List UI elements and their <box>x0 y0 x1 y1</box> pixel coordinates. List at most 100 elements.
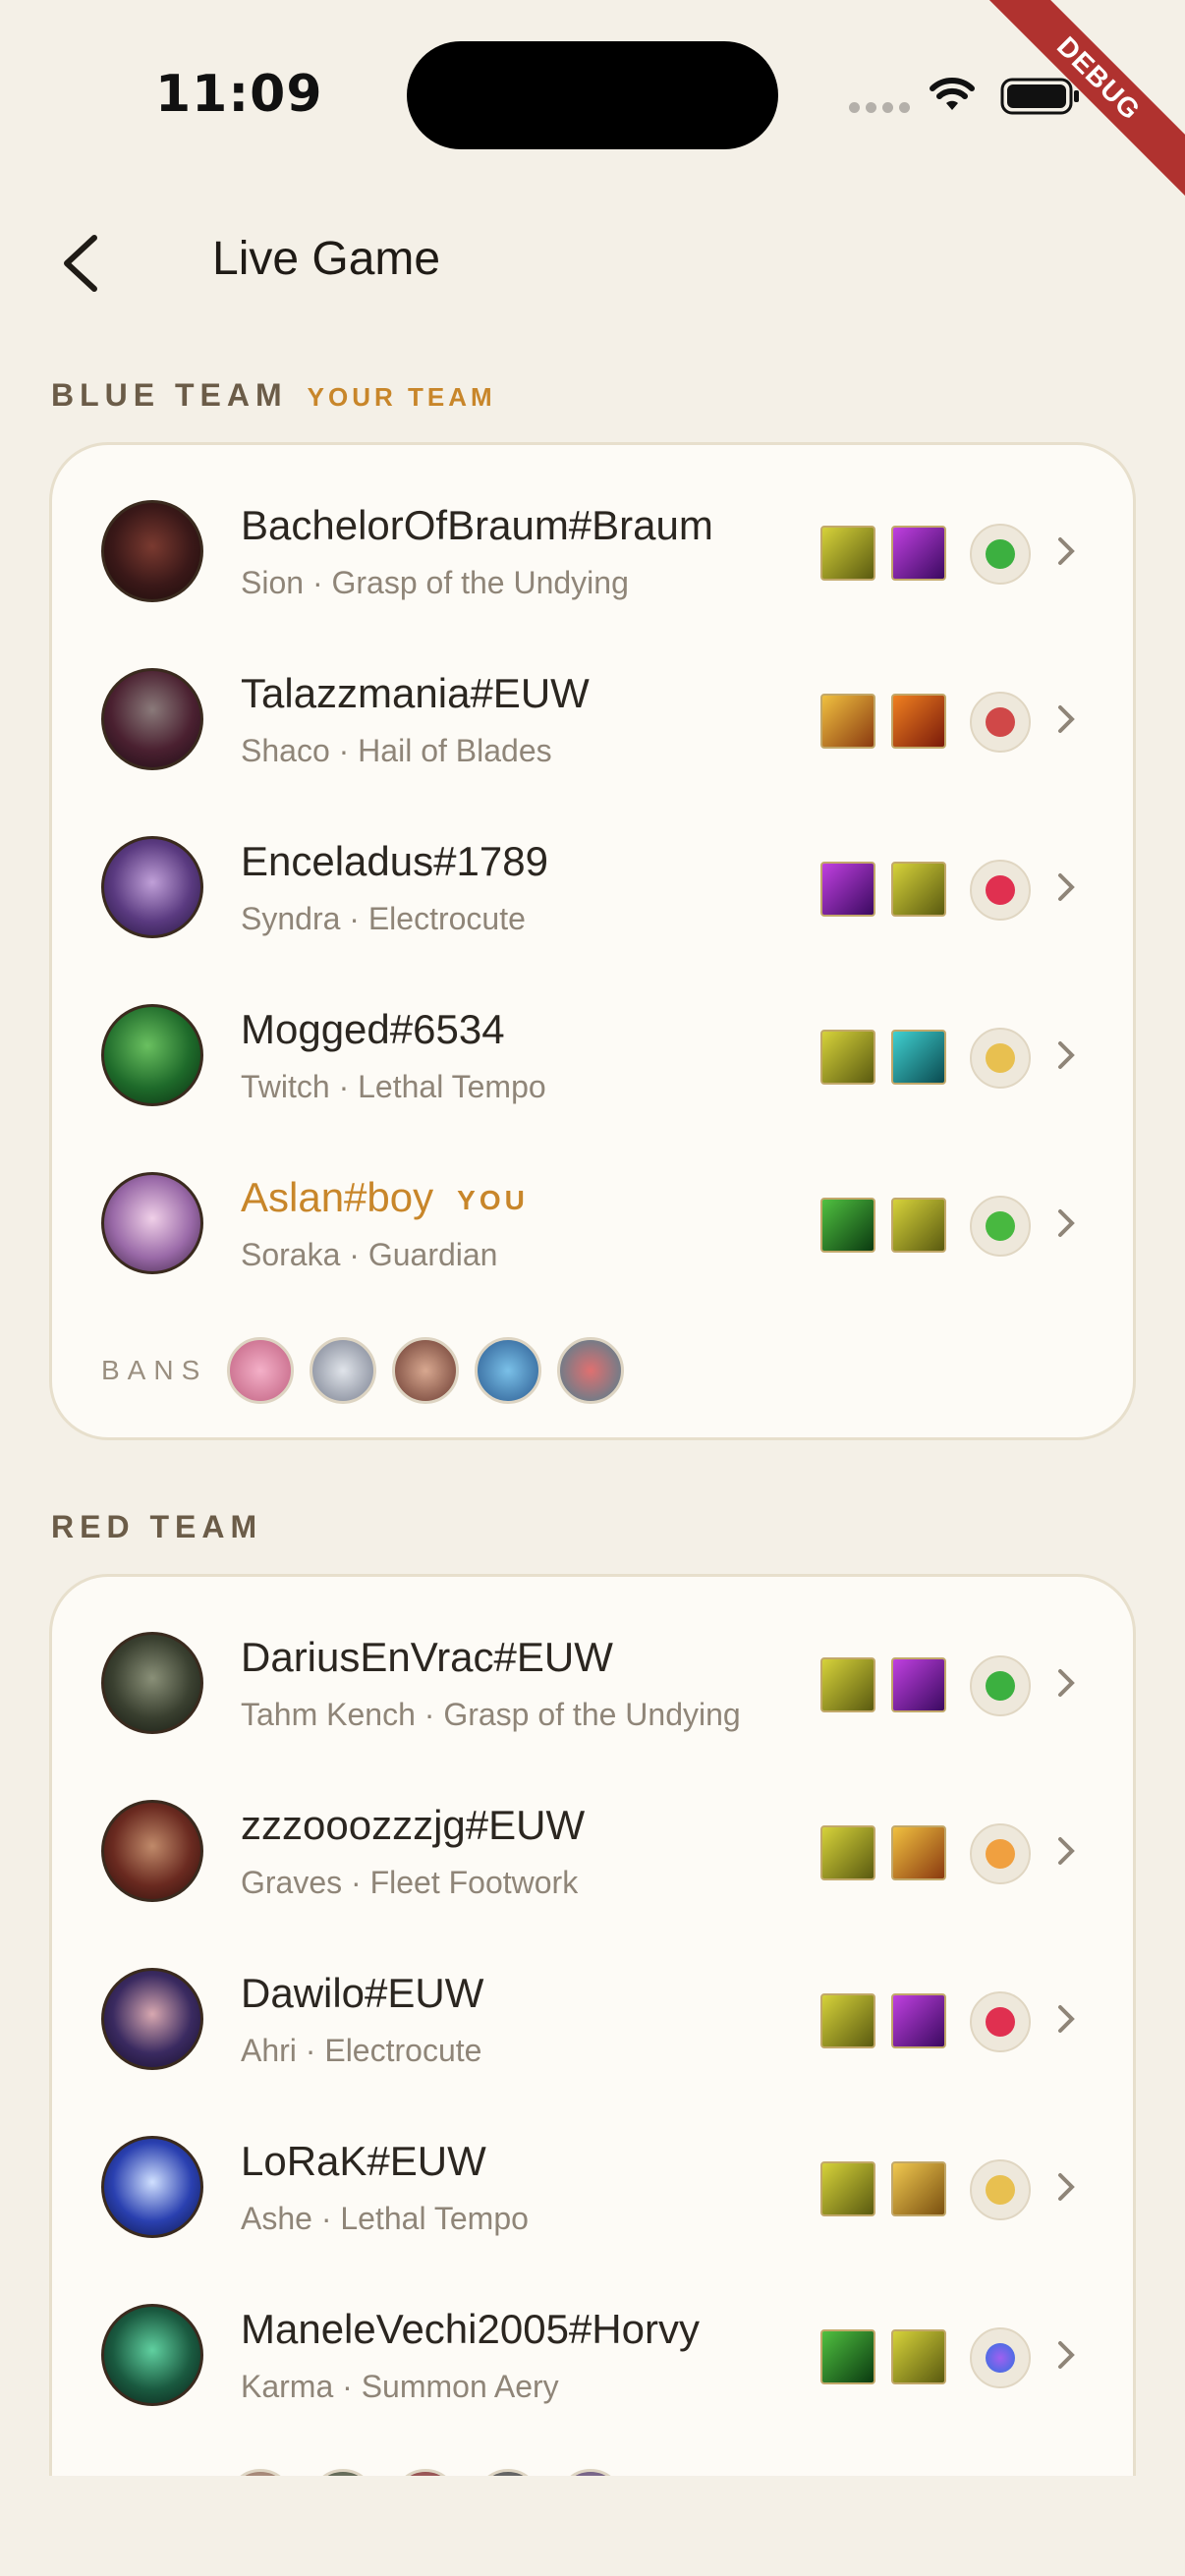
player-name: Dawilo#EUW <box>241 1970 484 2016</box>
player-name: Talazzmania#EUW <box>241 670 590 716</box>
red-team-label: RED TEAM <box>51 1509 263 1544</box>
chevron-right-icon <box>1058 2341 1075 2369</box>
wifi-icon <box>930 78 975 110</box>
red-team-heading: RED TEAM <box>51 1509 262 1545</box>
banned-champion-icon <box>227 1337 294 1404</box>
player-champion-rune: Tahm Kench · Grasp of the Undying <box>241 1697 741 1732</box>
smite-spell-icon <box>891 1825 946 1880</box>
status-bar: 11:09 DEBUG <box>0 0 1185 205</box>
keystone-rune-icon <box>970 1028 1031 1089</box>
keystone-rune-icon <box>970 2327 1031 2388</box>
player-name: Enceladus#1789 <box>241 838 548 884</box>
chevron-right-icon <box>1058 537 1075 565</box>
your-team-tag: YOUR TEAM <box>307 382 496 412</box>
blue-team-card: BachelorOfBraum#Braum Sion · Grasp of th… <box>49 442 1136 1440</box>
barrier-spell-icon <box>891 2161 946 2216</box>
player-champion-rune: Sion · Grasp of the Undying <box>241 565 629 600</box>
chevron-right-icon <box>1058 705 1075 733</box>
player-champion-rune: Shaco · Hail of Blades <box>241 733 552 768</box>
keystone-rune-icon <box>970 1823 1031 1884</box>
player-row[interactable]: Talazzmania#EUW Shaco · Hail of Blades <box>52 613 1133 781</box>
flash-spell-icon <box>891 1993 946 2048</box>
ghost-spell-icon <box>820 2161 875 2216</box>
ghost-spell-icon <box>820 1030 875 1085</box>
banned-champion-icon <box>310 1337 376 1404</box>
champion-avatar <box>101 2136 203 2238</box>
blue-team-heading: BLUE TEAM YOUR TEAM <box>51 377 496 414</box>
player-row[interactable]: LoRaK#EUW Ashe · Lethal Tempo <box>52 2081 1133 2249</box>
flash-spell-icon <box>891 1657 946 1712</box>
blue-team-label: BLUE TEAM <box>51 377 288 413</box>
player-champion-rune: Syndra · Electrocute <box>241 901 526 936</box>
ignite-spell-icon <box>891 694 946 749</box>
champion-avatar <box>101 1004 203 1106</box>
chevron-right-icon <box>1058 1209 1075 1237</box>
battery-icon <box>1000 78 1079 115</box>
keystone-rune-icon <box>970 860 1031 921</box>
keystone-rune-icon <box>970 1655 1031 1716</box>
ghost-spell-icon <box>820 526 875 581</box>
cellular-signal-icon <box>849 102 910 113</box>
champion-avatar <box>101 836 203 938</box>
player-champion-rune: Ahri · Electrocute <box>241 2033 482 2068</box>
banned-champion-icon <box>475 1337 541 1404</box>
player-row[interactable]: Dawilo#EUW Ahri · Electrocute <box>52 1913 1133 2081</box>
keystone-rune-icon <box>970 524 1031 585</box>
chevron-right-icon <box>1058 1837 1075 1865</box>
player-name: Aslan#boy YOU <box>241 1174 529 1220</box>
red-team-card: DariusEnVrac#EUW Tahm Kench · Grasp of t… <box>49 1574 1136 2576</box>
bottom-safe-area <box>0 2476 1185 2576</box>
player-row[interactable]: Mogged#6534 Twitch · Lethal Tempo <box>52 949 1133 1117</box>
player-row-you[interactable]: Aslan#boy YOU Soraka · Guardian <box>52 1117 1133 1285</box>
smite-spell-icon <box>820 694 875 749</box>
player-name: zzzooozzzjg#EUW <box>241 1802 586 1848</box>
chevron-right-icon <box>1058 1669 1075 1697</box>
back-button[interactable] <box>55 232 110 295</box>
player-name: LoRaK#EUW <box>241 2138 486 2184</box>
chevron-right-icon <box>1058 2173 1075 2201</box>
chevron-right-icon <box>1058 2005 1075 2033</box>
ghost-spell-icon <box>891 2329 946 2384</box>
player-champion-rune: Graves · Fleet Footwork <box>241 1865 579 1900</box>
player-row[interactable]: zzzooozzzjg#EUW Graves · Fleet Footwork <box>52 1745 1133 1913</box>
keystone-rune-icon <box>970 1991 1031 2052</box>
status-time: 11:09 <box>155 65 323 124</box>
player-row[interactable]: DariusEnVrac#EUW Tahm Kench · Grasp of t… <box>52 1577 1133 1745</box>
banned-champion-icon <box>557 1337 624 1404</box>
bans-label: BANS <box>101 1355 208 1385</box>
chevron-right-icon <box>1058 1041 1075 1069</box>
ghost-spell-icon <box>820 1825 875 1880</box>
player-name: DariusEnVrac#EUW <box>241 1634 613 1680</box>
player-row[interactable]: BachelorOfBraum#Braum Sion · Grasp of th… <box>52 445 1133 613</box>
ghost-spell-icon <box>891 1198 946 1253</box>
player-name: Mogged#6534 <box>241 1006 505 1052</box>
champion-avatar <box>101 1172 203 1274</box>
player-champion-rune: Soraka · Guardian <box>241 1237 498 1272</box>
keystone-rune-icon <box>970 1196 1031 1257</box>
champion-avatar <box>101 2304 203 2406</box>
ghost-spell-icon <box>891 862 946 917</box>
champion-avatar <box>101 500 203 602</box>
cleanse-spell-icon <box>891 1030 946 1085</box>
player-name: ManeleVechi2005#Horvy <box>241 2306 700 2352</box>
flash-spell-icon <box>820 862 875 917</box>
player-champion-rune: Ashe · Lethal Tempo <box>241 2201 529 2236</box>
champion-avatar <box>101 1632 203 1734</box>
champion-avatar <box>101 1968 203 2070</box>
player-row[interactable]: ManeleVechi2005#Horvy Karma · Summon Aer… <box>52 2249 1133 2417</box>
champion-avatar <box>101 668 203 770</box>
heal-spell-icon <box>820 1198 875 1253</box>
player-champion-rune: Twitch · Lethal Tempo <box>241 1069 546 1104</box>
keystone-rune-icon <box>970 692 1031 753</box>
ghost-spell-icon <box>820 1657 875 1712</box>
page-title: Live Game <box>212 233 441 285</box>
banned-champion-icon <box>392 1337 459 1404</box>
player-row[interactable]: Enceladus#1789 Syndra · Electrocute <box>52 781 1133 949</box>
flash-spell-icon <box>891 526 946 581</box>
heal-spell-icon <box>820 2329 875 2384</box>
player-name: BachelorOfBraum#Braum <box>241 502 713 548</box>
keystone-rune-icon <box>970 2159 1031 2220</box>
you-badge: YOU <box>457 1184 529 1215</box>
player-champion-rune: Karma · Summon Aery <box>241 2369 559 2404</box>
champion-avatar <box>101 1800 203 1902</box>
